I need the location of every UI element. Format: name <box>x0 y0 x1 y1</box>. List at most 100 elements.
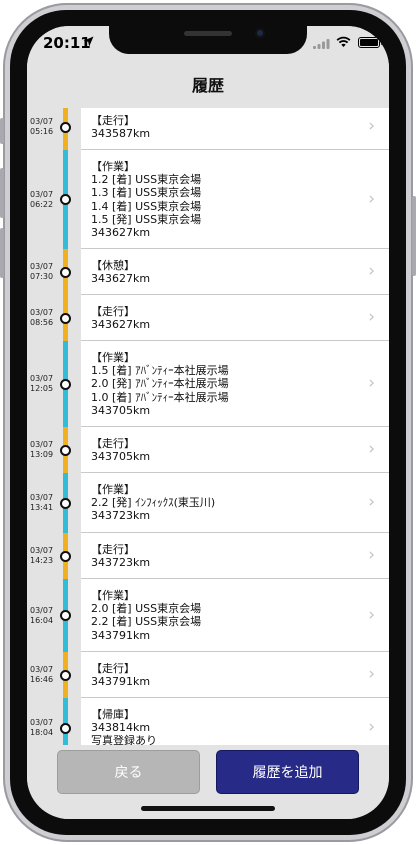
history-card-text: 【走行】 343705km <box>91 437 150 463</box>
history-list[interactable]: 03/07 05:16 【走行】 343587km › 03/07 06:22 【作業】 1.2… <box>27 108 389 745</box>
history-line: 【帰庫】 <box>91 708 135 721</box>
history-line: 【走行】 <box>91 543 135 556</box>
history-line: 1.5 [発] USS東京会場 <box>91 212 202 226</box>
history-line: 343705km <box>91 450 151 464</box>
row-timestamp: 03/07 18:04 <box>30 718 64 738</box>
history-line: 【作業】 <box>91 589 135 602</box>
history-card[interactable]: 【走行】 343723km › <box>81 533 389 579</box>
history-card-text: 【作業】 1.5 [着] ｱﾊﾞﾝﾃｨｰ本社展示場 2.0 [発] ｱﾊﾞﾝﾃｨｰ本… <box>91 351 229 417</box>
history-row[interactable]: 03/07 18:04 【帰庫】 343814km 写真登録あり › <box>27 698 389 745</box>
back-button[interactable]: 戻る <box>57 750 200 794</box>
timeline-node <box>60 669 71 681</box>
history-line: 343627km <box>91 318 151 332</box>
history-line: 343723km <box>91 509 151 523</box>
timeline-node <box>60 722 71 734</box>
history-row[interactable]: 03/07 13:09 【走行】 343705km › <box>27 427 389 473</box>
history-row[interactable]: 03/07 06:22 【作業】 1.2 [着] USS東京会場 1.3 [着] USS… <box>27 150 389 249</box>
history-line: 【作業】 <box>91 160 135 173</box>
volume-down-button <box>0 228 4 278</box>
history-line: 1.2 [着] USS東京会場 <box>91 173 202 187</box>
timeline-node <box>60 378 71 390</box>
history-line: 343723km <box>91 556 151 570</box>
row-date: 03/07 <box>30 189 54 199</box>
row-date: 03/07 <box>30 308 54 317</box>
row-timestamp: 03/07 08:56 <box>30 308 64 328</box>
chevron-right-icon: › <box>368 717 375 737</box>
history-row[interactable]: 03/07 14:23 【走行】 343723km › <box>27 533 389 579</box>
history-row[interactable]: 03/07 07:30 【休憩】 343627km › <box>27 249 389 295</box>
add-history-button[interactable]: 履歴を追加 <box>216 750 359 794</box>
timeline-node <box>60 444 71 456</box>
history-card-text: 【走行】 343627km <box>91 305 150 331</box>
history-card-text: 【走行】 343587km <box>91 114 150 140</box>
row-date: 03/07 <box>30 117 54 126</box>
chevron-right-icon: › <box>368 116 375 136</box>
chevron-right-icon: › <box>368 261 375 281</box>
mute-switch <box>0 118 4 144</box>
history-row[interactable]: 03/07 13:41 【作業】 2.2 [発] ｲﾝﾌｨｯｸｽ(東玉川) 343723… <box>27 473 389 533</box>
row-timestamp: 03/07 05:16 <box>30 117 64 137</box>
history-card[interactable]: 【走行】 343705km › <box>81 427 389 473</box>
history-line: 343814km <box>91 721 151 735</box>
volume-up-button <box>0 168 4 218</box>
chevron-right-icon: › <box>368 492 375 512</box>
speaker-grille <box>184 31 232 36</box>
row-time: 05:16 <box>30 127 54 136</box>
history-line: 343705km <box>91 403 151 417</box>
history-row[interactable]: 03/07 05:16 【走行】 343587km › <box>27 108 389 150</box>
history-card[interactable]: 【走行】 343627km › <box>81 295 389 341</box>
chevron-right-icon: › <box>368 604 375 625</box>
history-card-text: 【休憩】 343627km <box>91 259 150 285</box>
timeline-node <box>60 610 71 621</box>
history-row[interactable]: 03/07 16:46 【走行】 343791km › <box>27 652 389 698</box>
row-timestamp: 03/07 14:23 <box>30 546 64 566</box>
row-timestamp: 03/07 13:41 <box>30 493 64 513</box>
bottom-bar: 戻る 履歴を追加 <box>27 745 389 819</box>
history-card[interactable]: 【作業】 2.0 [着] USS東京会場 2.2 [着] USS東京会場 343791… <box>81 579 389 652</box>
row-time: 07:30 <box>30 272 54 281</box>
timeline-node <box>60 194 71 205</box>
history-line: 2.2 [発] ｲﾝﾌｨｯｸｽ(東玉川) <box>91 496 216 510</box>
home-indicator <box>141 806 275 811</box>
history-line: 1.3 [着] USS東京会場 <box>91 186 202 200</box>
history-row[interactable]: 03/07 08:56 【走行】 343627km › <box>27 295 389 341</box>
chevron-right-icon: › <box>368 188 375 209</box>
history-card-text: 【走行】 343791km <box>91 662 150 688</box>
row-timestamp: 03/07 13:09 <box>30 440 64 460</box>
history-card[interactable]: 【帰庫】 343814km 写真登録あり › <box>81 698 389 745</box>
timeline-node <box>60 266 71 278</box>
history-card-text: 【作業】 1.2 [着] USS東京会場 1.3 [着] USS東京会場 1.4 [着… <box>91 160 201 239</box>
chevron-right-icon: › <box>368 373 375 393</box>
history-line: 343587km <box>91 127 151 141</box>
wifi-icon <box>336 36 351 47</box>
history-line: 2.0 [着] USS東京会場 <box>91 602 202 616</box>
history-line: 343627km <box>91 226 151 240</box>
history-line: 【走行】 <box>91 305 135 318</box>
history-card[interactable]: 【作業】 1.2 [着] USS東京会場 1.3 [着] USS東京会場 1.4 [着… <box>81 150 389 249</box>
row-time: 13:41 <box>30 503 54 512</box>
history-line: 【走行】 <box>91 437 135 450</box>
history-row[interactable]: 03/07 16:04 【作業】 2.0 [着] USS東京会場 2.2 [着] USS… <box>27 579 389 652</box>
row-time: 18:04 <box>30 728 54 737</box>
notch <box>109 26 307 54</box>
history-card-text: 【作業】 2.2 [発] ｲﾝﾌｨｯｸｽ(東玉川) 343723km <box>91 483 215 523</box>
chevron-right-icon: › <box>368 664 375 684</box>
history-line: 【作業】 <box>91 351 135 364</box>
history-line: 1.5 [着] ｱﾊﾞﾝﾃｨｰ本社展示場 <box>91 364 229 378</box>
history-card[interactable]: 【走行】 343791km › <box>81 652 389 698</box>
history-card-text: 【作業】 2.0 [着] USS東京会場 2.2 [着] USS東京会場 343791… <box>91 589 201 642</box>
timeline-node <box>60 312 71 324</box>
history-card[interactable]: 【走行】 343587km › <box>81 108 389 150</box>
history-card[interactable]: 【休憩】 343627km › <box>81 249 389 295</box>
history-line: 【作業】 <box>91 483 135 496</box>
history-row[interactable]: 03/07 12:05 【作業】 1.5 [着] ｱﾊﾞﾝﾃｨｰ本社展示場 2.0 [発… <box>27 341 389 427</box>
history-line: 343627km <box>91 272 151 286</box>
history-card[interactable]: 【作業】 1.5 [着] ｱﾊﾞﾝﾃｨｰ本社展示場 2.0 [発] ｱﾊﾞﾝﾃｨｰ本… <box>81 341 389 427</box>
history-card-text: 【走行】 343723km <box>91 543 150 569</box>
history-card[interactable]: 【作業】 2.2 [発] ｲﾝﾌｨｯｸｽ(東玉川) 343723km › <box>81 473 389 533</box>
timeline-node <box>60 550 71 562</box>
screen: 20:11 履歴 03/07 05:16 【走行】 343587km › 03/07 06:… <box>27 26 389 819</box>
row-timestamp: 03/07 07:30 <box>30 262 64 282</box>
history-card-text: 【帰庫】 343814km 写真登録あり <box>91 708 157 745</box>
row-time: 08:56 <box>30 318 54 327</box>
